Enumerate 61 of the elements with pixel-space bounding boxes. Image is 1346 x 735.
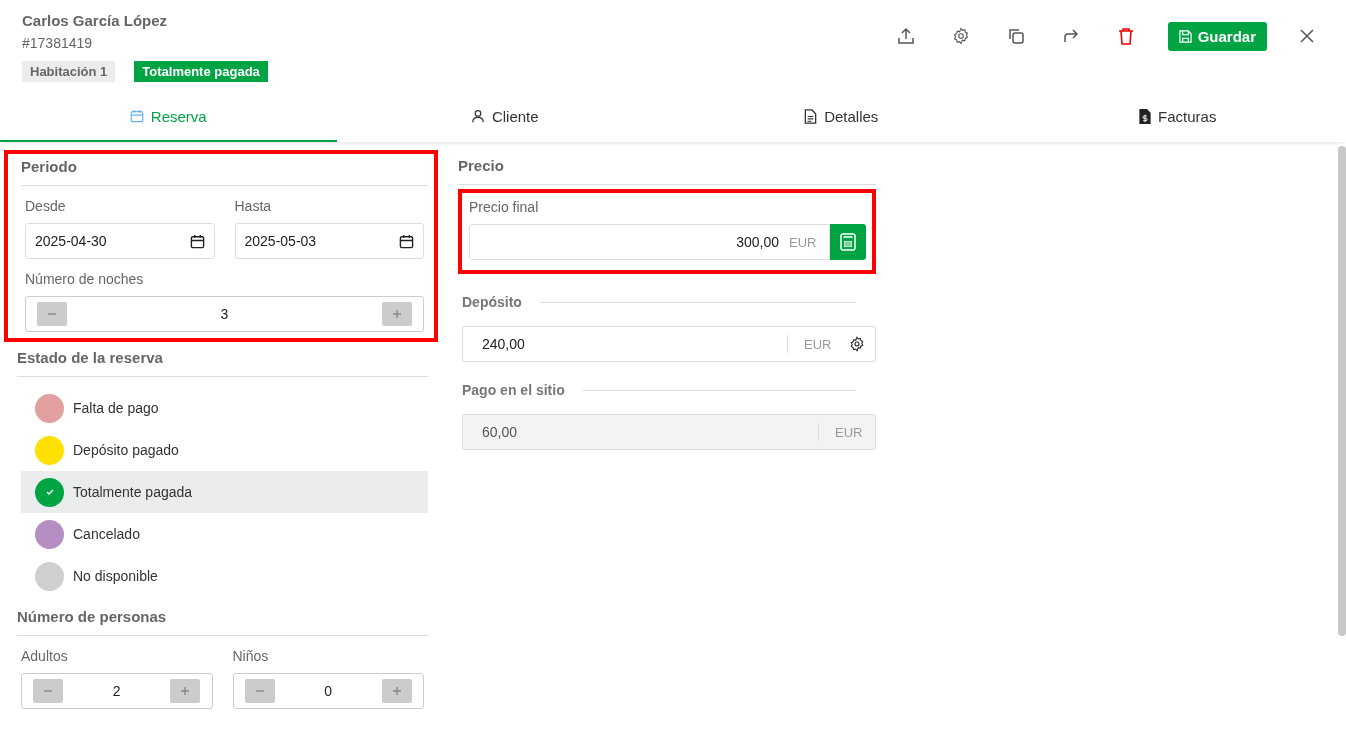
amount-field: 60,00 EUR [462, 414, 876, 450]
section-title: Precio [458, 157, 876, 185]
invoice-icon [1139, 108, 1152, 124]
status-option[interactable]: Depósito pagado [21, 429, 428, 471]
field-label: Hasta [234, 198, 273, 214]
stepper-value: 3 [220, 306, 229, 322]
trash-icon[interactable] [1116, 27, 1135, 45]
tab[interactable]: Cliente [336, 83, 673, 142]
section-title: Estado de la reserva [17, 342, 428, 377]
amount-field[interactable]: 300,00 EUR [469, 224, 830, 260]
increment-button[interactable] [170, 679, 201, 703]
tab[interactable]: Detalles [673, 83, 1010, 142]
status-option[interactable]: No disponible [21, 555, 428, 597]
plus-icon [180, 686, 191, 696]
document-icon [804, 108, 818, 124]
status-option[interactable]: Cancelado [21, 513, 428, 555]
settings-icon[interactable] [951, 27, 970, 45]
date-field[interactable]: 2025-05-03 [234, 223, 424, 259]
status-option[interactable]: Totalmente pagada [21, 471, 428, 513]
currency-label: EUR [804, 336, 833, 352]
amount-field[interactable]: 240,00 EUR [462, 326, 876, 362]
calendar-icon [129, 109, 144, 123]
close-icon[interactable] [1300, 29, 1314, 43]
stepper-value: 0 [324, 683, 333, 699]
plus-icon [392, 686, 402, 696]
scrollbar[interactable] [1338, 146, 1346, 636]
plus-icon [392, 309, 402, 319]
decrement-button[interactable] [244, 679, 275, 703]
calendar-icon [189, 233, 205, 249]
calculator-button[interactable] [830, 224, 866, 260]
guest-name: Carlos García López [22, 12, 169, 29]
field-label: Niños [232, 648, 270, 664]
field-label: Pago en el sitio [462, 382, 565, 398]
decrement-button[interactable] [33, 679, 63, 703]
calendar-icon [399, 233, 414, 249]
person-icon [470, 109, 485, 123]
currency-label: EUR [835, 424, 864, 440]
forward-arrow-icon[interactable] [1061, 27, 1080, 45]
settings-icon[interactable] [849, 336, 865, 352]
status-badge: Totalmente pagada [134, 61, 268, 82]
field-label: Depósito [462, 294, 522, 310]
booking-number: #17381419 [22, 35, 94, 51]
room-badge: Habitación 1 [22, 61, 116, 82]
increment-button[interactable] [382, 302, 412, 326]
stepper-value: 2 [112, 683, 121, 699]
currency-label: EUR [789, 234, 818, 250]
tab[interactable]: Facturas [1009, 83, 1346, 142]
upload-icon[interactable] [896, 27, 915, 45]
decrement-button[interactable] [37, 302, 67, 326]
increment-button[interactable] [382, 679, 412, 703]
copy-icon[interactable] [1006, 27, 1025, 45]
field-label: Precio final [469, 199, 540, 215]
save-icon [1178, 29, 1192, 43]
status-option[interactable]: Falta de pago [21, 387, 428, 429]
date-field[interactable]: 2025-04-30 [25, 223, 215, 259]
field-label: Adultos [21, 648, 69, 664]
section-title: Número de personas [17, 601, 428, 636]
field-label: Número de noches [25, 271, 145, 287]
section-title: Periodo [21, 158, 428, 186]
calculator-icon [840, 233, 856, 251]
field-label: Desde [25, 198, 67, 214]
